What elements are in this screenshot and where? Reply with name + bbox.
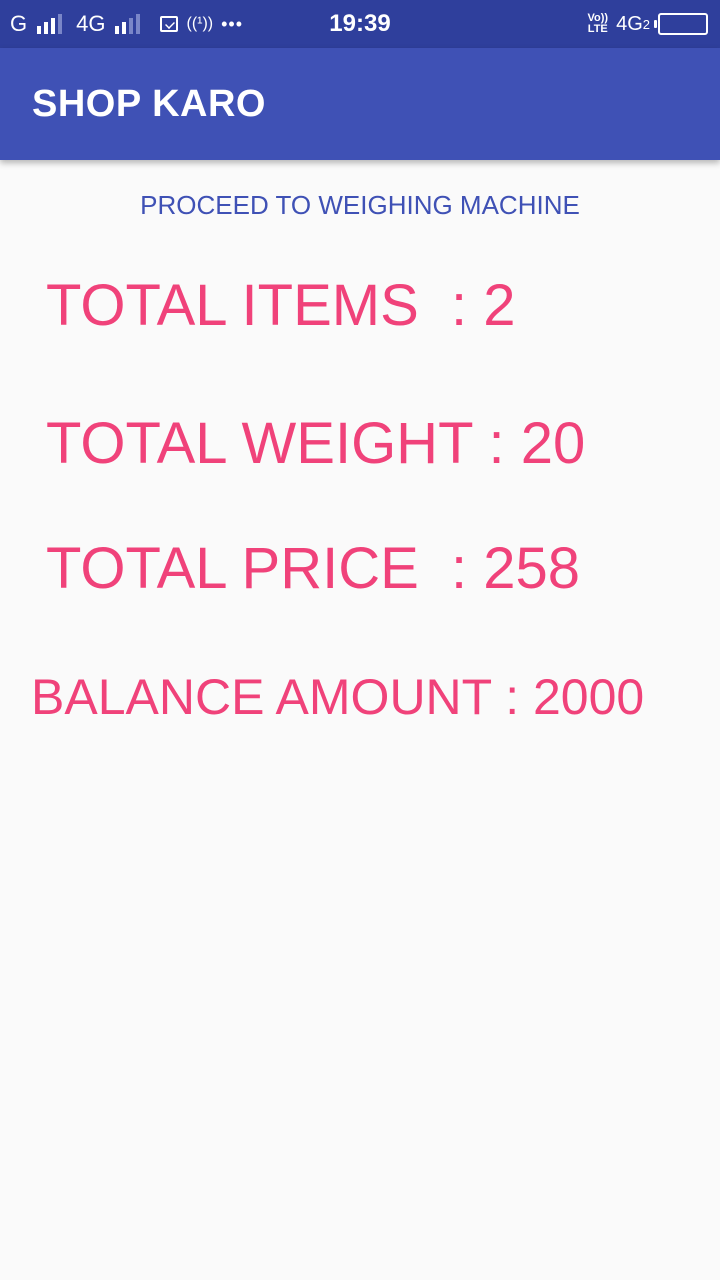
volte-bottom: LTE xyxy=(587,23,608,35)
balance-amount: BALANCE AMOUNT : 2000 xyxy=(31,669,645,725)
network-type: 4G xyxy=(616,12,643,35)
app-bar: SHOP KARO xyxy=(0,48,720,160)
total-weight: TOTAL WEIGHT : 20 xyxy=(46,411,586,476)
total-price: TOTAL PRICE : 258 xyxy=(46,536,581,601)
total-items: TOTAL ITEMS : 2 xyxy=(46,273,516,338)
volte-icon: Vo)) LTE xyxy=(588,13,609,35)
status-bar: G 4G ((¹)) ••• 19:39 Vo)) LTE 4G 2 xyxy=(0,0,720,48)
sim-number: 2 xyxy=(642,16,650,32)
battery-icon xyxy=(654,13,708,35)
status-right: Vo)) LTE 4G 2 xyxy=(588,0,708,48)
proceed-instruction: PROCEED TO WEIGHING MACHINE xyxy=(140,190,580,220)
app-title: SHOP KARO xyxy=(32,82,266,125)
